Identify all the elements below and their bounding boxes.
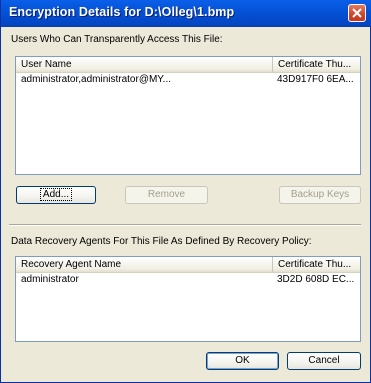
recovery-list-header: Recovery Agent Name Certificate Thu... — [16, 257, 360, 273]
close-icon — [352, 8, 362, 18]
cancel-button-label: Cancel — [308, 355, 340, 366]
add-button[interactable]: Add... — [16, 186, 96, 204]
user-name-cell: administrator,administrator@MY... — [21, 74, 172, 85]
users-list[interactable]: User Name Certificate Thu... administrat… — [15, 56, 361, 175]
list-item[interactable]: administrator,administrator@MY... 43D917… — [16, 73, 360, 87]
column-header-recovery-agent-name[interactable]: Recovery Agent Name — [16, 257, 272, 272]
recovery-section-label: Data Recovery Agents For This File As De… — [11, 236, 312, 247]
title-bar[interactable]: Encryption Details for D:\Olleg\1.bmp — [1, 0, 371, 27]
column-header-recovery-certificate[interactable]: Certificate Thu... — [272, 257, 360, 272]
encryption-details-dialog: Encryption Details for D:\Olleg\1.bmp Us… — [0, 0, 371, 383]
users-section-label: Users Who Can Transparently Access This … — [11, 34, 223, 45]
cancel-button[interactable]: Cancel — [287, 352, 361, 370]
backup-keys-button-label: Backup Keys — [290, 189, 350, 200]
recovery-certificate-cell: 3D2D 608D EC... — [277, 274, 355, 285]
users-list-header: User Name Certificate Thu... — [16, 57, 360, 73]
ok-button[interactable]: OK — [206, 352, 279, 370]
column-header-user-name[interactable]: User Name — [16, 57, 272, 72]
close-button[interactable] — [348, 4, 366, 22]
divider — [9, 224, 361, 226]
remove-button-label: Remove — [147, 189, 186, 200]
add-button-label: Add... — [39, 188, 73, 201]
remove-button[interactable]: Remove — [125, 186, 208, 204]
column-header-certificate[interactable]: Certificate Thu... — [272, 57, 360, 72]
backup-keys-button[interactable]: Backup Keys — [279, 186, 361, 204]
certificate-cell: 43D917F0 6EA... — [277, 74, 354, 85]
recovery-agents-list[interactable]: Recovery Agent Name Certificate Thu... a… — [15, 256, 361, 342]
recovery-agent-name-cell: administrator — [21, 274, 79, 285]
ok-button-label: OK — [235, 355, 250, 366]
window-title: Encryption Details for D:\Olleg\1.bmp — [9, 5, 235, 19]
list-item[interactable]: administrator 3D2D 608D EC... — [16, 273, 360, 287]
